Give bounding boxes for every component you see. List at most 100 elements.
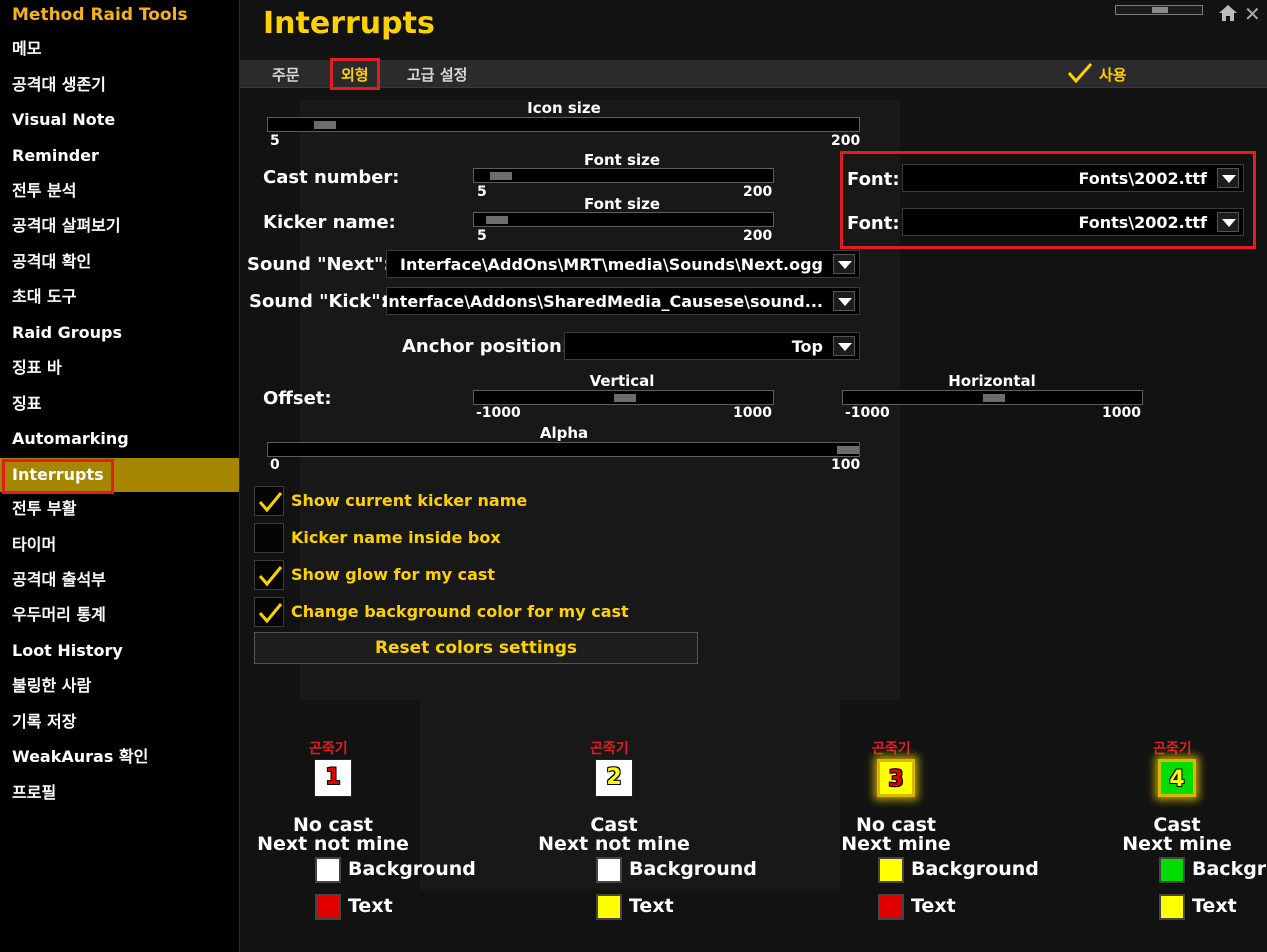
- preview-interrupt-icon: 2: [595, 759, 633, 797]
- kicker-name-min: 5: [477, 228, 487, 244]
- window-scale-slider[interactable]: [1115, 5, 1203, 15]
- sidebar-item-label: Raid Groups: [12, 323, 123, 342]
- sidebar-item-label: Visual Note: [12, 110, 116, 129]
- slider-thumb[interactable]: [313, 121, 336, 129]
- preview-interrupt-icon: 3: [877, 759, 915, 797]
- cast-number-min: 5: [477, 184, 487, 200]
- sidebar-item[interactable]: 공격대 출석부: [0, 563, 239, 597]
- color-swatch[interactable]: [596, 894, 622, 920]
- sidebar-item[interactable]: 공격대 살펴보기: [0, 209, 239, 243]
- slider-thumb[interactable]: [490, 172, 513, 180]
- anchor-position-dropdown[interactable]: Top: [564, 332, 860, 360]
- offset-horizontal-slider[interactable]: [842, 390, 1143, 405]
- sidebar-item[interactable]: Interrupts: [0, 458, 239, 494]
- icon-size-label: Icon size: [527, 99, 601, 117]
- alpha-slider[interactable]: [267, 442, 860, 457]
- offset-vertical-label: Vertical: [589, 372, 655, 390]
- sidebar-item[interactable]: 징표: [0, 387, 239, 421]
- sound-next-dropdown[interactable]: Interface\AddOns\MRT\media\Sounds\Next.o…: [386, 250, 860, 278]
- color-swatch-label: Text: [629, 895, 674, 917]
- sidebar-item[interactable]: 공격대 확인: [0, 245, 239, 279]
- option-checkbox[interactable]: [254, 597, 284, 627]
- home-icon[interactable]: [1218, 4, 1238, 22]
- sidebar-item-label: Reminder: [12, 146, 99, 165]
- sidebar: Method Raid Tools 메모공격대 생존기 Visual Note Re…: [0, 0, 240, 952]
- reset-colors-button[interactable]: Reset colors settings: [254, 632, 698, 664]
- offset-vertical-slider[interactable]: [473, 390, 774, 405]
- sidebar-item[interactable]: WeakAuras 확인: [0, 740, 239, 774]
- color-swatch[interactable]: [596, 857, 622, 883]
- color-swatch[interactable]: [1159, 857, 1185, 883]
- color-swatch[interactable]: [315, 894, 341, 920]
- alpha-max: 100: [831, 457, 861, 473]
- slider-thumb[interactable]: [982, 394, 1005, 402]
- option-checkbox-label: Change background color for my cast: [291, 602, 629, 621]
- sidebar-item[interactable]: 기록 저장: [0, 705, 239, 739]
- icon-size-slider[interactable]: [267, 117, 860, 132]
- sidebar-item-label: 공격대 확인: [12, 252, 92, 271]
- sidebar-item-label: Automarking: [12, 429, 129, 448]
- app-title: Method Raid Tools: [12, 5, 188, 25]
- sidebar-item[interactable]: 타이머: [0, 528, 239, 562]
- kicker-name-font-size-label: Font size: [584, 195, 660, 213]
- tab-advanced[interactable]: 고급 설정: [407, 64, 467, 85]
- dropdown-value: Interface\AddOns\MRT\media\Sounds\Next.o…: [399, 255, 823, 274]
- sidebar-item[interactable]: 우두머리 통계: [0, 598, 239, 632]
- dropdown-arrow-button[interactable]: [833, 254, 855, 274]
- sound-kick-dropdown[interactable]: Interface\Addons\SharedMedia_Causese\sou…: [382, 287, 860, 315]
- cast-number-font-size-slider[interactable]: [473, 168, 774, 183]
- page-title: Interrupts: [263, 6, 435, 41]
- tab-highlight: [330, 58, 380, 90]
- sidebar-item[interactable]: 불링한 사람: [0, 669, 239, 703]
- dropdown-arrow-button[interactable]: [833, 291, 855, 311]
- sidebar-item[interactable]: Raid Groups: [0, 316, 239, 350]
- option-checkbox[interactable]: [254, 486, 284, 516]
- sidebar-item-label: 징표: [12, 394, 42, 413]
- sidebar-item[interactable]: Automarking: [0, 422, 239, 456]
- color-swatch[interactable]: [878, 857, 904, 883]
- dropdown-value: Top: [791, 337, 823, 356]
- offset-horizontal-max: 1000: [1102, 405, 1141, 421]
- chevron-down-icon: [838, 343, 852, 351]
- sidebar-item[interactable]: Reminder: [0, 139, 239, 173]
- slider-thumb[interactable]: [1152, 7, 1168, 13]
- sidebar-item-label: 메모: [12, 39, 42, 58]
- sidebar-item-label: 프로필: [12, 783, 57, 802]
- close-icon[interactable]: ✕: [1244, 2, 1261, 26]
- color-swatch[interactable]: [1159, 894, 1185, 920]
- kicker-name-font-size-slider[interactable]: [473, 212, 774, 227]
- tab-spells[interactable]: 주문: [272, 64, 300, 85]
- sidebar-item[interactable]: 초대 도구: [0, 280, 239, 314]
- color-swatch-label: Background: [348, 858, 476, 880]
- sidebar-item-label: Loot History: [12, 641, 123, 660]
- sidebar-item[interactable]: 메모: [0, 32, 239, 66]
- sidebar-item[interactable]: 프로필: [0, 776, 239, 810]
- sidebar-item[interactable]: 징표 바: [0, 351, 239, 385]
- offset-horizontal-label: Horizontal: [948, 372, 1036, 390]
- slider-thumb[interactable]: [837, 446, 859, 454]
- option-checkbox[interactable]: [254, 560, 284, 590]
- sidebar-item-label: 초대 도구: [12, 287, 77, 306]
- sidebar-item[interactable]: 전투 부활: [0, 492, 239, 526]
- color-swatch-label: Background: [629, 858, 757, 880]
- color-swatch[interactable]: [878, 894, 904, 920]
- cast-number-max: 200: [743, 184, 773, 200]
- check-icon: [1067, 63, 1093, 84]
- color-swatch[interactable]: [315, 857, 341, 883]
- main-panel: [240, 0, 1267, 952]
- sidebar-item[interactable]: 전투 분석: [0, 174, 239, 208]
- preview-name: 곤죽기: [872, 741, 911, 757]
- option-checkbox[interactable]: [254, 523, 284, 553]
- slider-thumb[interactable]: [485, 216, 508, 224]
- sidebar-item[interactable]: Loot History: [0, 634, 239, 668]
- check-icon: [258, 566, 283, 587]
- sidebar-item[interactable]: 공격대 생존기: [0, 68, 239, 102]
- slider-thumb[interactable]: [613, 394, 636, 402]
- offset-vertical-min: -1000: [476, 405, 521, 421]
- sidebar-item-label: 징표 바: [12, 358, 62, 377]
- sidebar-item-label: 공격대 출석부: [12, 570, 106, 589]
- enable-checkbox[interactable]: [1066, 60, 1093, 86]
- dropdown-arrow-button[interactable]: [833, 336, 855, 356]
- check-icon: [258, 492, 283, 513]
- sidebar-item[interactable]: Visual Note: [0, 103, 239, 137]
